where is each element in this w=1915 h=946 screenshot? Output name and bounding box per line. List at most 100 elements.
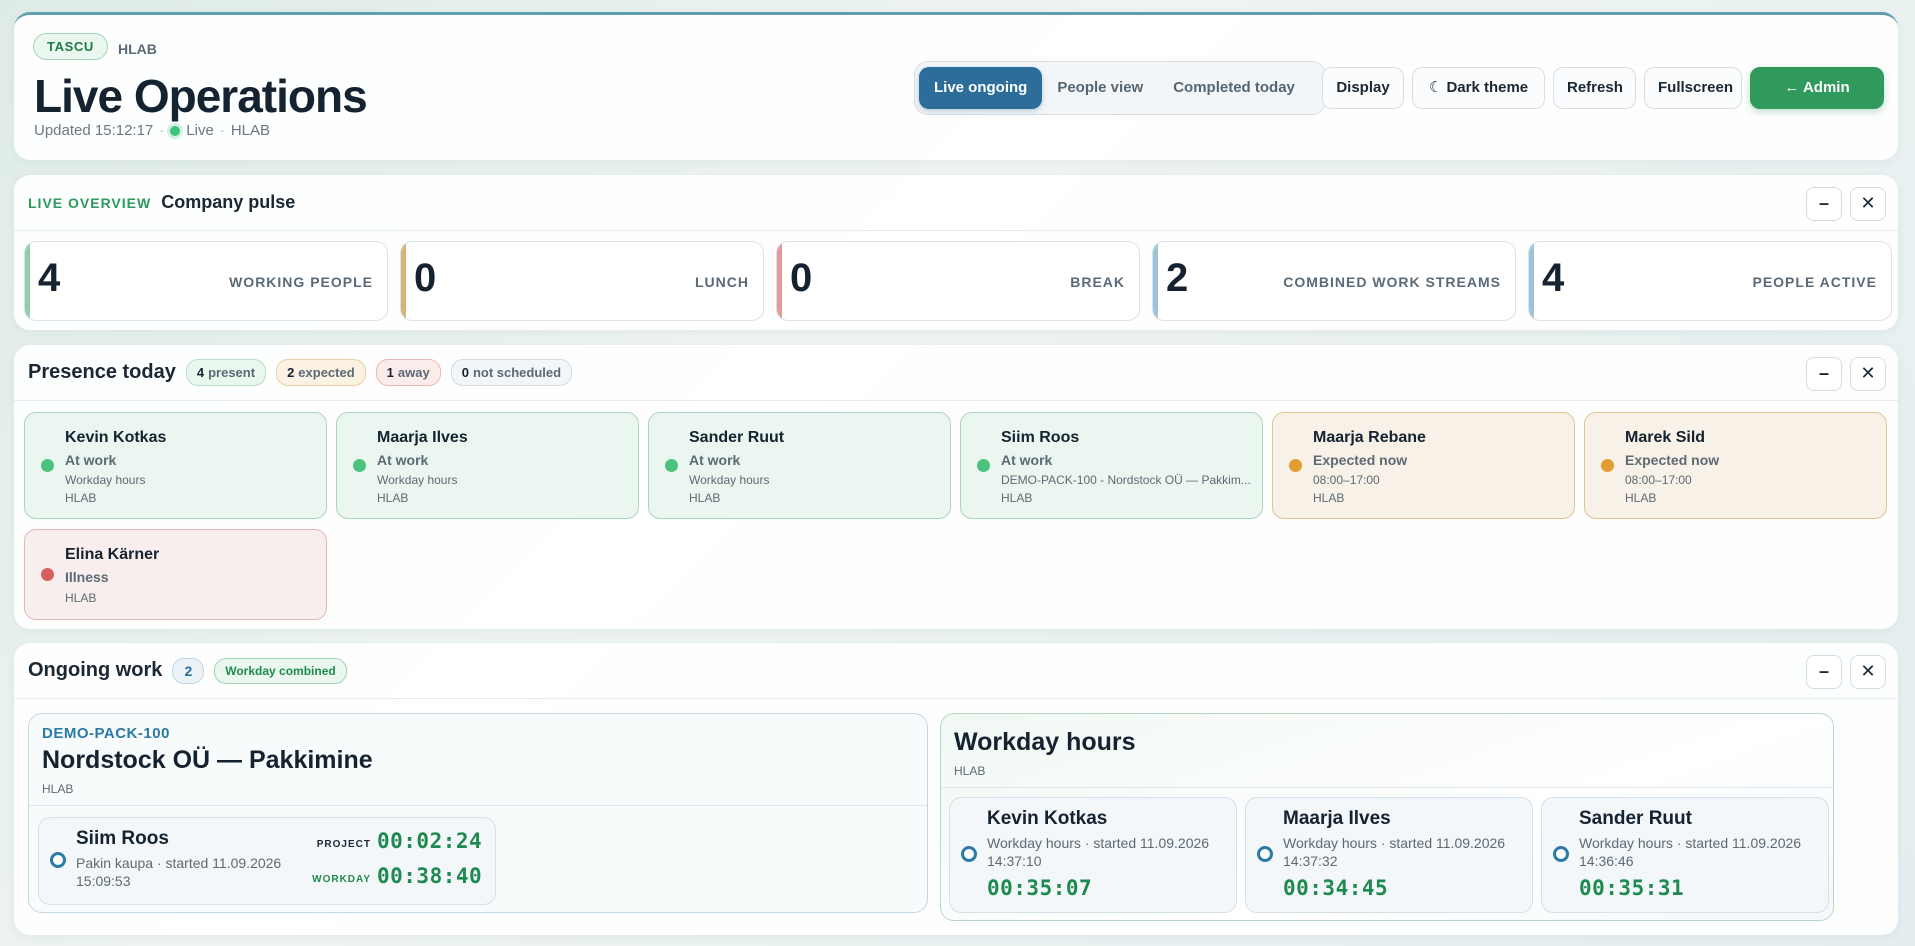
worker-card[interactable]: Siim Roos Pakin kaupa · started 11.09.20… [38,817,496,905]
chip-present[interactable]: 4 present [185,359,267,386]
chip-label: expected [298,365,355,380]
person-detail: DEMO-PACK-100 - Nordstock OÜ — Pakkim... [1001,473,1251,487]
stat-label: WORKING PEOPLE [229,274,373,290]
person-card[interactable]: Marek Sild Expected now 08:00–17:00 HLAB [1584,412,1887,519]
project-card[interactable]: DEMO-PACK-100 Nordstock OÜ — Pakkimine H… [28,713,928,913]
person-org: HLAB [65,491,97,505]
workday-combined-badge: Workday combined [214,657,347,684]
worker-name: Siim Roos [76,828,169,849]
tab-people-view[interactable]: People view [1042,67,1158,109]
status-dot-icon [977,459,990,472]
presence-heading: Presence today 4 present 2 expected 1 away … [28,345,573,400]
dark-theme-button[interactable]: ☾ Dark theme [1412,67,1545,109]
chip-expected[interactable]: 2 expected [276,359,366,386]
app-tag: TASCU [33,33,108,60]
person-card[interactable]: Elina Kärner Illness HLAB [24,529,327,620]
stat-accent-bar [1153,242,1158,320]
minimize-button[interactable]: – [1806,655,1842,689]
workday-timer: 00:38:40 [377,864,483,888]
admin-panel-button[interactable]: ← Admin panel [1750,67,1884,136]
stat-accent-bar [1529,242,1534,320]
person-detail: 08:00–17:00 [1313,473,1380,487]
chip-count: 1 [386,365,394,380]
stat-break: 0 BREAK [776,241,1140,321]
ongoing-work-panel: Ongoing work 2 Workday combined – ✕ DEMO… [14,643,1898,935]
person-name: Sander Ruut [689,429,785,446]
worker-card[interactable]: Sander Ruut Workday hours · started 11.0… [1541,797,1829,913]
chip-count: 0 [461,365,469,380]
stat-label: LUNCH [695,274,749,290]
workday-org: HLAB [954,764,986,778]
person-detail: Workday hours [65,473,146,487]
person-org: HLAB [65,591,97,605]
person-card[interactable]: Kevin Kotkas At work Workday hours HLAB [24,412,327,519]
minimize-button[interactable]: – [1806,357,1842,391]
meta-org: HLAB [230,122,270,139]
header-meta: Updated 15:12:17 · Live · HLAB [34,122,270,139]
person-status: At work [377,452,429,468]
close-button[interactable]: ✕ [1850,187,1886,221]
person-name: Kevin Kotkas [65,429,167,446]
workday-hours-card[interactable]: Workday hours HLAB Kevin Kotkas Workday … [940,713,1834,921]
person-card[interactable]: Maarja Ilves At work Workday hours HLAB [336,412,639,519]
divider [14,400,1898,401]
status-dot-icon [1289,459,1302,472]
header-org: HLAB [118,41,157,57]
close-button[interactable]: ✕ [1850,655,1886,689]
ongoing-count-badge: 2 [172,657,205,684]
divider [14,230,1898,231]
live-label: Live [186,122,214,139]
chip-count: 4 [196,365,205,380]
person-card[interactable]: Maarja Rebane Expected now 08:00–17:00 H… [1272,412,1575,519]
close-button[interactable]: ✕ [1850,357,1886,391]
active-ring-icon [961,846,977,862]
separator: · [219,122,225,139]
separator: · [159,122,165,139]
fullscreen-button[interactable]: Fullscreen [1644,67,1742,109]
worker-detail-line: Workday hours · started 11.09.2026 [1283,835,1506,851]
stat-combined-streams: 2 COMBINED WORK STREAMS [1152,241,1516,321]
person-status: At work [689,452,741,468]
display-button[interactable]: Display [1322,67,1404,109]
worker-detail-line: 14:37:32 [1283,853,1338,869]
stat-lunch: 0 LUNCH [400,241,764,321]
status-dot-icon [1601,459,1614,472]
stat-value: 0 [414,256,437,300]
chip-away[interactable]: 1 away [375,359,441,386]
worker-detail-line: Workday hours · started 11.09.2026 [987,835,1210,851]
person-org: HLAB [689,491,721,505]
stat-label: BREAK [1070,274,1125,290]
person-name: Siim Roos [1001,429,1080,446]
refresh-button[interactable]: Refresh [1553,67,1636,109]
tab-live-ongoing[interactable]: Live ongoing [919,67,1043,109]
tab-completed-today[interactable]: Completed today [1158,67,1310,109]
header-panel: TASCU HLAB Live Operations Updated 15:12… [14,12,1898,160]
divider [29,805,927,806]
chip-label: not scheduled [472,365,562,380]
divider [14,698,1898,699]
person-status: At work [1001,452,1053,468]
person-card[interactable]: Siim Roos At work DEMO-PACK-100 - Nordst… [960,412,1263,519]
worker-name: Maarja Ilves [1283,808,1391,829]
stat-working-people: 4 WORKING PEOPLE [24,241,388,321]
worker-card[interactable]: Maarja Ilves Workday hours · started 11.… [1245,797,1533,913]
workday-title: Workday hours [954,728,1136,756]
minimize-button[interactable]: – [1806,187,1842,221]
person-name: Maarja Ilves [377,429,468,446]
person-status: Expected now [1313,452,1408,468]
person-name: Maarja Rebane [1313,429,1426,446]
workday-timer: 00:35:07 [987,876,1093,900]
person-card[interactable]: Sander Ruut At work Workday hours HLAB [648,412,951,519]
presence-title: Presence today [28,361,176,383]
chip-not-scheduled[interactable]: 0 not scheduled [450,359,573,386]
stat-label: PEOPLE ACTIVE [1752,274,1877,290]
worker-card[interactable]: Kevin Kotkas Workday hours · started 11.… [949,797,1237,913]
pulse-heading: LIVE OVERVIEW Company pulse [28,175,295,230]
stat-value: 2 [1166,256,1189,300]
person-status: At work [65,452,117,468]
worker-detail: Workday hours · started 11.09.2026 14:37… [987,834,1209,870]
live-indicator-icon [170,125,181,136]
stat-value: 0 [790,256,813,300]
worker-detail-line: 14:36:46 [1579,853,1634,869]
chip-label: present [208,365,256,380]
